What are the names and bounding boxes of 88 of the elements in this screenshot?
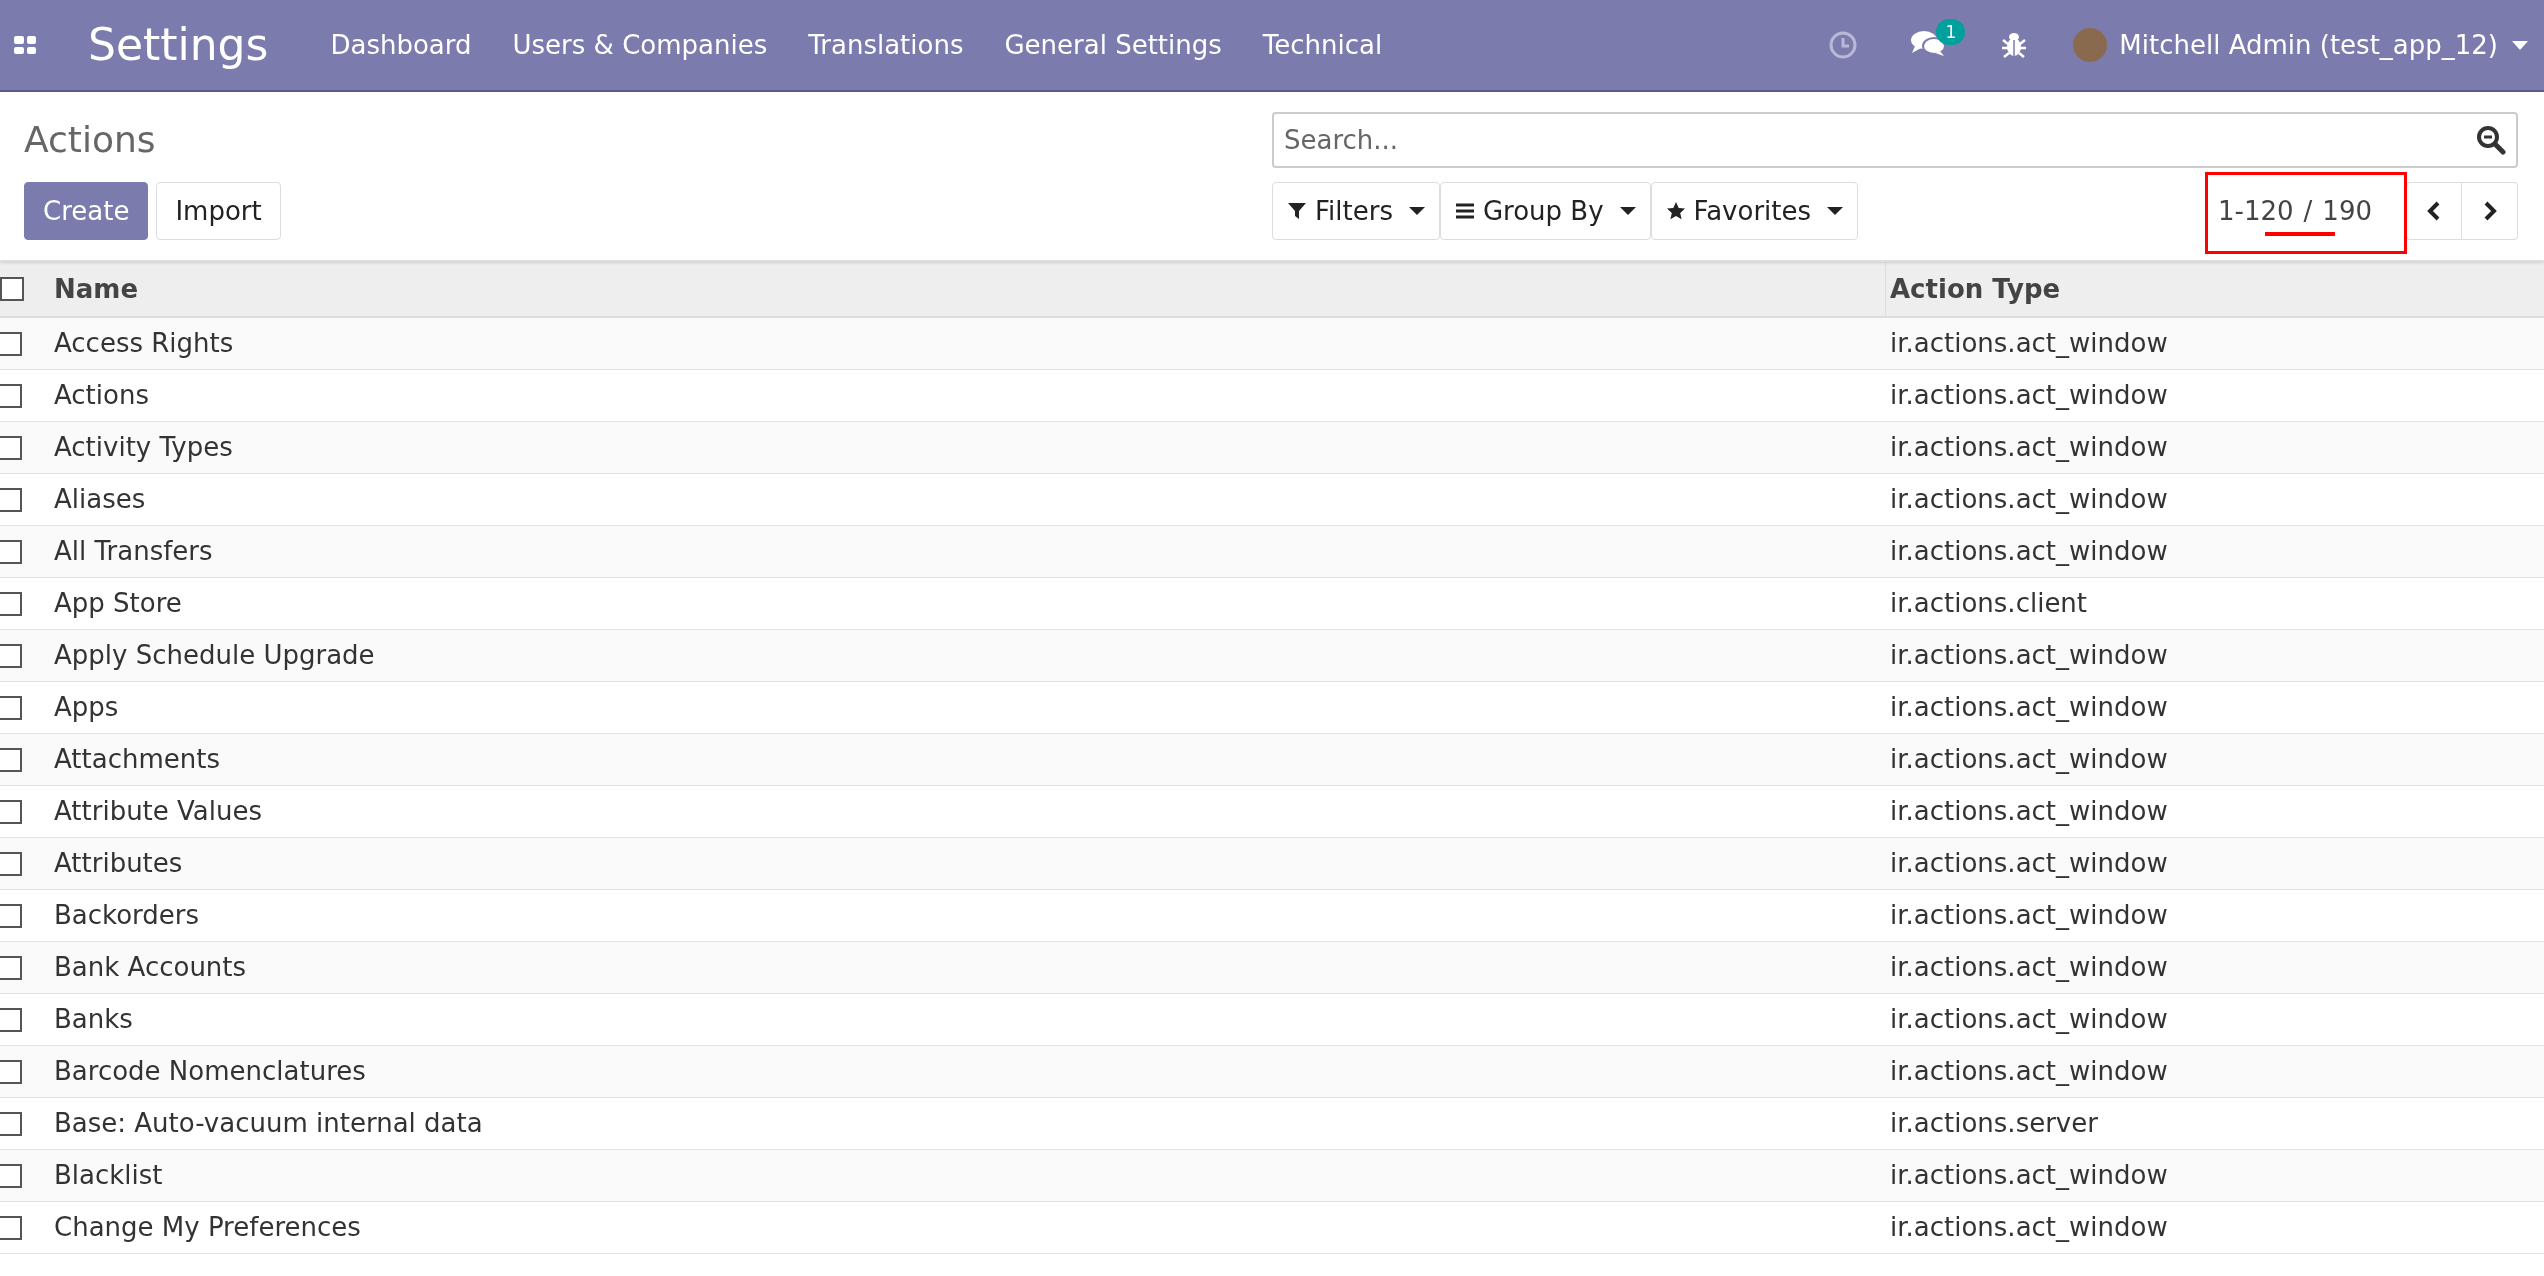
pager-value[interactable]: 1-120 <box>2218 191 2294 231</box>
table-cell-text: Base: Auto-vacuum internal data <box>53 1107 484 1140</box>
row-checkbox[interactable] <box>0 643 22 668</box>
pager-separator: / <box>2303 194 2313 228</box>
table-cell-text: ir.actions.act_window <box>1889 535 2169 568</box>
column-header[interactable]: Name <box>48 262 1886 316</box>
pager-total: 190 <box>2322 194 2372 228</box>
row-checkbox[interactable] <box>0 799 22 824</box>
table-cell-text: ir.actions.act_window <box>1889 483 2169 516</box>
table-cell-text: ir.actions.act_window <box>1889 327 2169 360</box>
table-cell-text: ir.actions.client <box>1889 587 2089 620</box>
list-icon <box>1454 201 1475 221</box>
menu-item[interactable]: General Settings <box>1004 25 1222 65</box>
table-cell-text: Attributes <box>53 847 184 880</box>
row-checkbox[interactable] <box>0 487 22 512</box>
select-all-checkbox[interactable] <box>0 277 24 301</box>
row-checkbox[interactable] <box>0 591 22 616</box>
caret-icon <box>1619 207 1636 215</box>
group-by-dropdown[interactable]: Group By <box>1439 182 1651 240</box>
search-icon[interactable] <box>2476 125 2506 155</box>
table-cell-text: Activity Types <box>53 431 234 464</box>
table-cell-text: Bank Accounts <box>53 951 248 984</box>
table-cell-text: ir.actions.act_window <box>1889 379 2169 412</box>
notification-badge: 1 <box>1936 19 1966 45</box>
table-cell-text: ir.actions.act_window <box>1889 847 2169 880</box>
row-checkbox[interactable] <box>0 331 22 356</box>
table-cell-text: Banks <box>53 1003 134 1036</box>
app-title: Settings <box>88 18 269 72</box>
row-checkbox[interactable] <box>0 695 22 720</box>
import-button[interactable]: Import <box>156 182 281 240</box>
menu-item[interactable]: Users & Companies <box>512 25 768 65</box>
table-cell-text: ir.actions.act_window <box>1889 1159 2169 1192</box>
apps-menu-icon[interactable] <box>14 36 36 54</box>
menu-item[interactable]: Dashboard <box>330 25 472 65</box>
row-checkbox[interactable] <box>0 1007 22 1032</box>
table-cell-text: ir.actions.act_window <box>1889 951 2169 984</box>
row-checkbox[interactable] <box>0 1059 22 1084</box>
table-cell-text: Actions <box>53 379 150 412</box>
table-cell-text: App Store <box>53 587 183 620</box>
caret-icon[interactable] <box>2512 40 2528 50</box>
column-header[interactable]: Action Type <box>1886 269 2544 309</box>
row-checkbox[interactable] <box>0 1111 22 1136</box>
avatar <box>2073 28 2108 62</box>
row-checkbox[interactable] <box>0 1163 22 1188</box>
row-checkbox[interactable] <box>0 903 22 928</box>
table-cell-text: ir.actions.act_window <box>1889 1055 2169 1088</box>
table-cell-text: Attachments <box>53 743 221 776</box>
caret-icon <box>1827 207 1844 215</box>
row-checkbox[interactable] <box>0 1215 22 1240</box>
table-cell-text: Barcode Nomenclatures <box>53 1055 367 1088</box>
table-cell-text: All Transfers <box>53 535 214 568</box>
row-checkbox[interactable] <box>0 383 22 408</box>
menu-item[interactable]: Translations <box>808 25 964 65</box>
breadcrumb: Actions <box>24 118 157 162</box>
table-cell-text: Attribute Values <box>53 795 263 828</box>
next-button[interactable] <box>2462 182 2518 240</box>
table-cell-text: ir.actions.act_window <box>1889 691 2169 724</box>
table-cell-text: Access Rights <box>53 327 235 360</box>
search-field[interactable]: Search... <box>1272 112 2518 168</box>
table-cell-text: Apply Schedule Upgrade <box>53 639 376 672</box>
table-cell-text: Aliases <box>53 483 147 516</box>
table-cell-text: ir.actions.act_window <box>1889 899 2169 932</box>
create-button[interactable]: Create <box>24 182 149 240</box>
table-cell-text: ir.actions.act_window <box>1889 795 2169 828</box>
row-checkbox[interactable] <box>0 539 22 564</box>
table-cell-text: Change My Preferences <box>53 1211 362 1244</box>
table-cell-text: ir.actions.act_window <box>1889 1211 2169 1244</box>
menu-item[interactable]: Technical <box>1262 25 1383 65</box>
row-checkbox[interactable] <box>0 851 22 876</box>
favorites-dropdown[interactable]: Favorites <box>1650 182 1859 240</box>
table-cell-text: ir.actions.act_window <box>1889 639 2169 672</box>
bug-icon[interactable] <box>2001 31 2028 59</box>
star-icon <box>1665 201 1686 221</box>
table-cell-text: Apps <box>53 691 120 724</box>
table-cell-text: Blacklist <box>53 1159 164 1192</box>
underline-mark <box>2265 232 2335 236</box>
table-cell-text: ir.actions.act_window <box>1889 431 2169 464</box>
table-cell-text: Backorders <box>53 899 201 932</box>
row-checkbox[interactable] <box>0 955 22 980</box>
caret-icon <box>1408 207 1425 215</box>
user-menu[interactable]: Mitchell Admin (test_app_12) <box>2119 25 2498 65</box>
filter-icon <box>1287 201 1307 221</box>
table-cell-text: ir.actions.server <box>1889 1107 2099 1140</box>
row-checkbox[interactable] <box>0 747 22 772</box>
filters-dropdown[interactable]: Filters <box>1272 182 1440 240</box>
table-cell-text: ir.actions.act_window <box>1889 743 2169 776</box>
table-cell-text: ir.actions.act_window <box>1889 1003 2169 1036</box>
row-checkbox[interactable] <box>0 435 22 460</box>
